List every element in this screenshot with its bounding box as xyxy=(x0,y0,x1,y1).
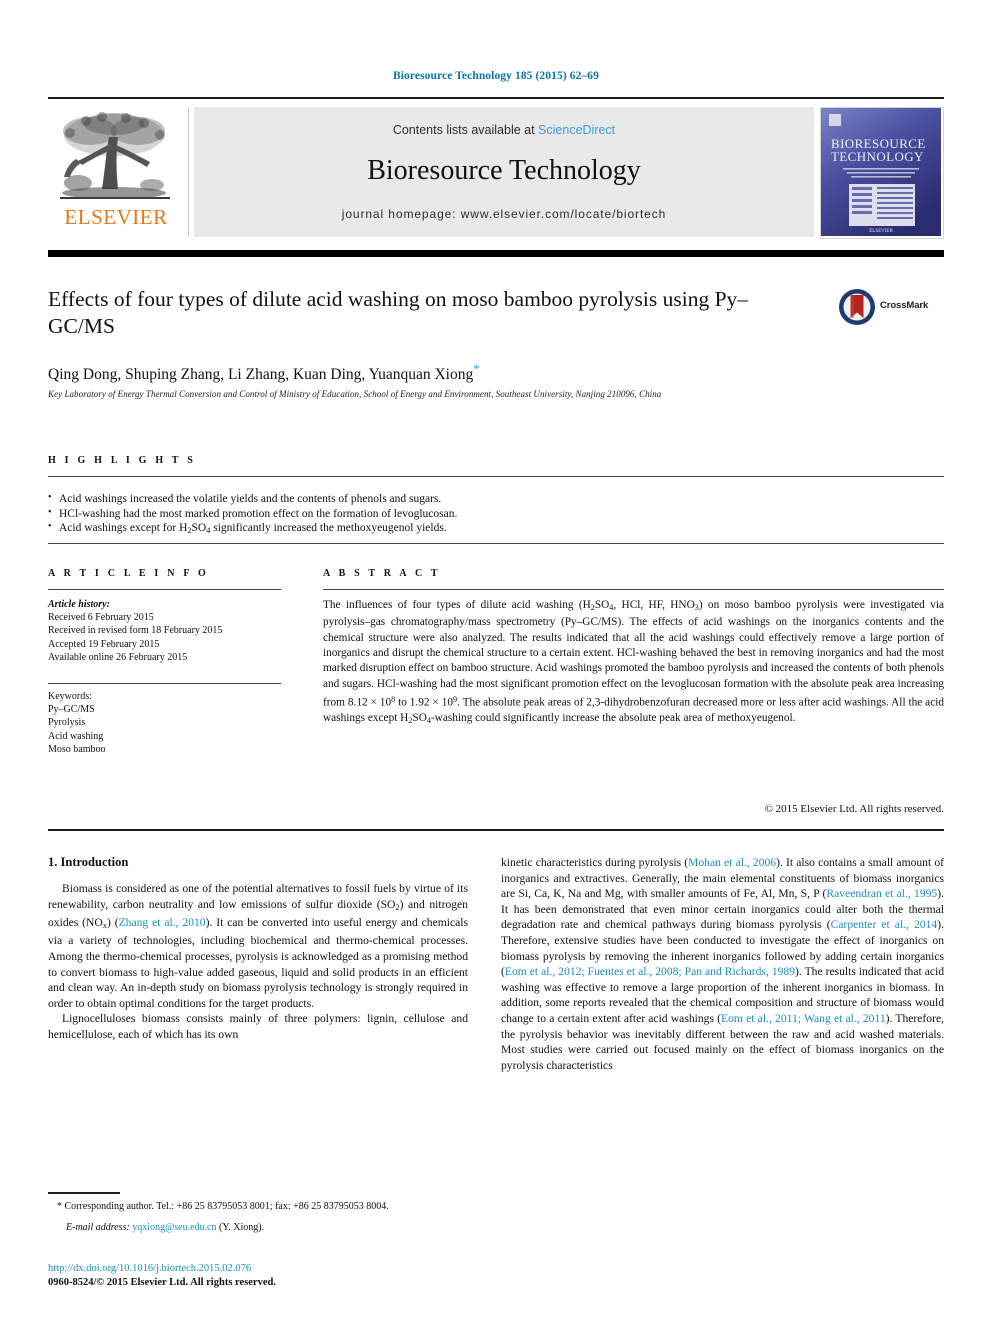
page-title: Effects of four types of dilute acid was… xyxy=(48,287,749,338)
history-accepted: Accepted 19 February 2015 xyxy=(48,638,160,650)
highlights-rule-top xyxy=(48,476,944,477)
text-lead: kinetic characteristics during pyrolysis… xyxy=(501,856,689,869)
journal-banner: Contents lists available at ScienceDirec… xyxy=(194,107,814,237)
abstract-text: The influences of four types of dilute a… xyxy=(323,599,944,725)
keyword-item: Moso bamboo xyxy=(48,743,106,755)
article-info-rule xyxy=(48,589,281,590)
article-history-label: Article history: xyxy=(48,599,110,610)
email-suffix: (Y. Xiong). xyxy=(216,1222,265,1233)
citation-link[interactable]: Zhang et al., 2010 xyxy=(119,916,206,929)
keywords-block: Keywords: Py–GC/MS Pyrolysis Acid washin… xyxy=(48,690,281,756)
keyword-item: Pyrolysis xyxy=(48,717,86,729)
highlight-item: Acid washings increased the volatile yie… xyxy=(48,491,944,507)
issn-copyright-line: 0960-8524/© 2015 Elsevier Ltd. All right… xyxy=(48,1276,276,1288)
running-head: Bioresource Technology 185 (2015) 62–69 xyxy=(392,70,599,82)
author-list: Qing Dong, Shuping Zhang, Li Zhang, Kuan… xyxy=(48,361,928,384)
abstract-copyright: © 2015 Elsevier Ltd. All rights reserved… xyxy=(764,803,944,815)
paragraph: Lignocelluloses biomass consists mainly … xyxy=(48,1012,468,1041)
email-link[interactable]: yqxiong@seu.edu.cn xyxy=(132,1222,216,1233)
highlight-item: Acid washings except for H2SO4 significa… xyxy=(48,520,944,538)
paragraph: Biomass is considered as one of the pote… xyxy=(48,882,468,1010)
svg-text:ELSEVIER: ELSEVIER xyxy=(869,229,893,234)
keywords-rule xyxy=(48,683,281,684)
body-column-left: 1. Introduction Biomass is considered as… xyxy=(48,855,468,1043)
doi-block: http://dx.doi.org/10.1016/j.biortech.201… xyxy=(48,1262,468,1289)
email-line: E-mail address: yqxiong@seu.edu.cn (Y. X… xyxy=(48,1221,468,1234)
highlights-list: Acid washings increased the volatile yie… xyxy=(48,491,944,539)
elsevier-tree-icon xyxy=(60,112,170,199)
svg-text:TECHNOLOGY: TECHNOLOGY xyxy=(831,149,924,164)
journal-masthead: ELSEVIER Contents lists available at Sci… xyxy=(48,97,944,239)
corresponding-author-contact: * Corresponding author. Tel.: +86 25 837… xyxy=(57,1201,389,1212)
doi-link[interactable]: http://dx.doi.org/10.1016/j.biortech.201… xyxy=(48,1262,468,1276)
corresponding-author-footnote: * Corresponding author. Tel.: +86 25 837… xyxy=(48,1200,468,1234)
abstract-rule-bottom xyxy=(48,829,944,831)
journal-cover-thumbnail: BIORESOURCE TECHNOLOGY ELSEVIER xyxy=(820,107,944,239)
article-info-heading: A R T I C L E I N F O xyxy=(48,568,209,579)
citation-link[interactable]: Raveendran et al., 1995 xyxy=(826,887,937,900)
paragraph: kinetic characteristics during pyrolysis… xyxy=(501,855,944,1073)
history-revised: Received in revised form 18 February 201… xyxy=(48,625,223,637)
journal-cover-art: BIORESOURCE TECHNOLOGY ELSEVIER xyxy=(821,108,941,236)
citation-link[interactable]: Carpenter et al., 2014 xyxy=(831,918,938,931)
abstract-heading: A B S T R A C T xyxy=(323,568,441,579)
citation-link[interactable]: Eom et al., 2012; Fuentes et al., 2008; … xyxy=(505,965,795,978)
crossmark-badge-group[interactable]: CrossMark xyxy=(838,288,944,330)
keywords-label: Keywords: xyxy=(48,691,92,702)
footnote-rule xyxy=(48,1192,120,1194)
section-heading-introduction: 1. Introduction xyxy=(48,855,129,869)
masthead-divider xyxy=(188,107,189,237)
affiliation: Key Laboratory of Energy Thermal Convers… xyxy=(48,389,662,399)
crossmark-label: CrossMark xyxy=(880,300,929,311)
author-names: Qing Dong, Shuping Zhang, Li Zhang, Kuan… xyxy=(48,366,474,384)
elsevier-logo: ELSEVIER xyxy=(50,107,182,237)
elsevier-wordmark: ELSEVIER xyxy=(64,205,168,229)
sciencedirect-link[interactable]: ScienceDirect xyxy=(538,123,615,137)
history-online: Available online 26 February 2015 xyxy=(48,651,188,663)
history-received: Received 6 February 2015 xyxy=(48,612,154,624)
highlight-item: HCl-washing had the most marked promotio… xyxy=(48,506,944,522)
article-history-block: Article history: Received 6 February 201… xyxy=(48,598,281,664)
article-first-page: Bioresource Technology 185 (2015) 62–69 xyxy=(0,0,992,1323)
highlights-rule-bottom xyxy=(48,543,944,544)
contents-available-line: Contents lists available at ScienceDirec… xyxy=(194,123,814,137)
corresponding-author-marker: * xyxy=(473,361,480,376)
contents-prefix: Contents lists available at xyxy=(392,123,539,137)
body-column-right: kinetic characteristics during pyrolysis… xyxy=(501,855,944,1073)
keyword-item: Acid washing xyxy=(48,730,104,742)
keyword-item: Py–GC/MS xyxy=(48,704,95,716)
citation-link[interactable]: Mohan et al., 2006 xyxy=(688,856,776,869)
highlights-heading: H I G H L I G H T S xyxy=(48,455,196,466)
email-label: E-mail address: xyxy=(66,1222,130,1233)
journal-title: Bioresource Technology xyxy=(367,155,641,186)
abstract-rule xyxy=(323,589,944,590)
masthead-black-bar xyxy=(48,250,944,257)
crossmark-icon[interactable] xyxy=(838,288,876,326)
journal-homepage[interactable]: journal homepage: www.elsevier.com/locat… xyxy=(194,207,814,221)
citation-link[interactable]: Eom et al., 2011; Wang et al., 2011 xyxy=(721,1012,886,1025)
